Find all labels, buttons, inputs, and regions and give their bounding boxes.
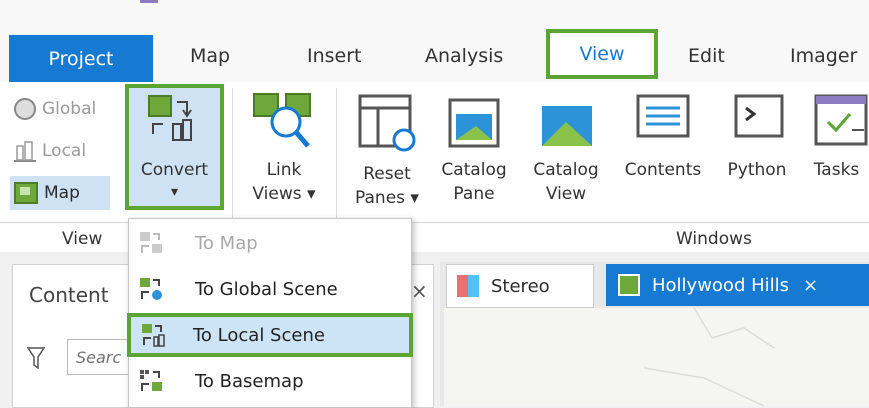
tab-project[interactable]: Project xyxy=(9,35,153,82)
contents-pane-title: Content xyxy=(29,283,109,307)
tab-edit[interactable]: Edit xyxy=(688,45,725,67)
close-icon[interactable]: × xyxy=(803,275,818,296)
to-global-scene-icon xyxy=(139,277,163,301)
catalog-view-icon xyxy=(538,92,596,156)
catalog-view-label-2: View xyxy=(545,184,587,204)
ribbon-separator xyxy=(336,88,337,218)
contents-label: Contents xyxy=(624,160,702,180)
contents-icon xyxy=(636,92,692,146)
convert-icon xyxy=(147,94,203,154)
python-label: Python xyxy=(727,160,787,180)
map-button[interactable]: Map xyxy=(10,176,110,210)
catalog-pane-label-2: Pane xyxy=(453,184,495,204)
accent-stripe xyxy=(140,0,158,3)
view-group-label: View xyxy=(62,229,103,249)
tab-analysis[interactable]: Analysis xyxy=(425,45,503,67)
tab-imagery[interactable]: Imager xyxy=(790,45,857,67)
tab-map[interactable]: Map xyxy=(190,45,230,67)
menu-item-label: To Global Scene xyxy=(195,278,338,300)
menu-item-to-global-scene[interactable]: To Global Scene xyxy=(129,267,409,311)
local-scene-icon xyxy=(14,140,36,162)
python-icon xyxy=(734,92,786,146)
catalog-pane-icon xyxy=(446,92,504,156)
local-label: Local xyxy=(42,141,87,161)
python-button[interactable]: Python xyxy=(718,86,796,210)
local-button[interactable]: Local xyxy=(14,140,86,162)
menu-item-label: To Map xyxy=(195,232,258,254)
stereo-icon xyxy=(457,275,479,297)
reset-panes-icon xyxy=(358,92,418,158)
contents-button[interactable]: Contents xyxy=(618,86,708,210)
tab-stereo[interactable]: Stereo xyxy=(446,264,594,308)
catalog-pane-button[interactable]: Catalog Pane xyxy=(438,86,510,210)
convert-menu: To Map To Global Scene To Local Scene To… xyxy=(127,218,413,408)
catalog-view-label-1: Catalog xyxy=(533,160,599,180)
tab-hollywood-hills[interactable]: Hollywood Hills × xyxy=(606,264,869,306)
to-map-icon xyxy=(139,231,163,255)
tasks-icon xyxy=(814,92,869,150)
filter-icon[interactable] xyxy=(26,347,46,373)
tab-insert[interactable]: Insert xyxy=(307,45,362,67)
to-basemap-icon xyxy=(139,369,163,393)
link-views-label-2: Views ▾ xyxy=(252,184,316,204)
map-icon xyxy=(618,274,640,296)
link-views-icon xyxy=(252,92,316,156)
tasks-button[interactable]: Tasks xyxy=(804,86,869,210)
windows-group-label: Windows xyxy=(676,229,752,249)
tab-stereo-label: Stereo xyxy=(491,275,550,297)
catalog-pane-label-1: Catalog xyxy=(441,160,507,180)
link-views-label-1: Link xyxy=(266,160,302,180)
ribbon-separator xyxy=(232,88,233,218)
to-local-scene-icon xyxy=(141,323,165,347)
map-canvas[interactable] xyxy=(444,308,869,406)
catalog-view-button[interactable]: Catalog View xyxy=(530,86,602,210)
ribbon-tab-bar: Project Map Insert Analysis View Edit Im… xyxy=(0,0,869,82)
tasks-label: Tasks xyxy=(813,160,860,180)
menu-item-to-basemap[interactable]: To Basemap xyxy=(129,359,409,403)
close-icon[interactable]: × xyxy=(411,279,428,303)
chevron-down-icon: ▾ xyxy=(170,184,179,200)
map-icon xyxy=(14,182,38,204)
convert-label: Convert xyxy=(140,160,209,180)
globe-icon xyxy=(14,98,36,120)
menu-item-label: To Local Scene xyxy=(193,324,325,346)
reset-panes-label-2: Panes ▾ xyxy=(355,188,419,208)
menu-item-to-local-scene[interactable]: To Local Scene xyxy=(127,313,413,357)
tab-hollywood-hills-label: Hollywood Hills xyxy=(652,274,790,296)
link-views-button[interactable]: Link Views ▾ xyxy=(244,86,324,210)
global-label: Global xyxy=(42,99,97,119)
convert-button[interactable]: Convert ▾ xyxy=(125,84,224,210)
tab-view[interactable]: View xyxy=(546,29,658,79)
menu-item-to-map[interactable]: To Map xyxy=(129,221,409,265)
global-button[interactable]: Global xyxy=(14,98,96,120)
reset-panes-label-1: Reset xyxy=(363,164,411,184)
menu-item-label: To Basemap xyxy=(195,370,304,392)
reset-panes-button[interactable]: Reset Panes ▾ xyxy=(344,86,430,210)
map-label: Map xyxy=(44,183,80,203)
